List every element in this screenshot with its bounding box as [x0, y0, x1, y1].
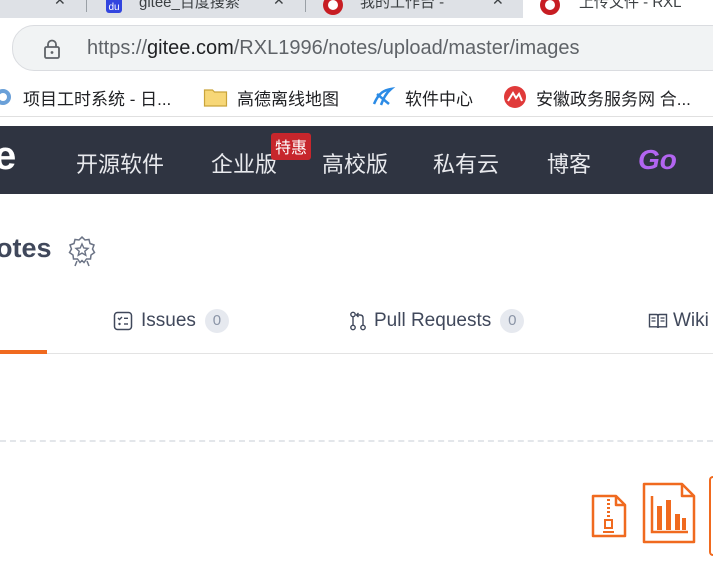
- site-header-nav: e 开源软件 企业版 特惠 高校版 私有云 博客 Go: [0, 126, 713, 194]
- url-path: /RXL1996/notes/upload/master/images: [233, 37, 580, 59]
- url-domain: gitee.com: [147, 37, 234, 59]
- bookmarks-bar: 项目工时系统 - 日... 高德离线地图 软件中心 安徽政务服务网 合...: [0, 78, 713, 117]
- promo-badge: 特惠: [271, 133, 312, 160]
- active-tab-indicator: [0, 350, 47, 354]
- repo-tab-bar: Issues 0 Pull Requests 0 Wiki: [0, 293, 713, 354]
- url-scheme: https://: [87, 37, 148, 59]
- browser-tab-active[interactable]: 上传文件 - RXL: [523, 0, 713, 18]
- tab-label: Wiki: [673, 310, 709, 331]
- bookmark-label: 高德离线地图: [237, 89, 339, 109]
- wiki-icon: [648, 313, 668, 329]
- browser-tab[interactable]: ✕: [0, 0, 80, 18]
- anhui-gov-icon: [504, 86, 526, 108]
- tab-title: gitee_百度搜索: [139, 0, 240, 11]
- tab-pull-requests[interactable]: Pull Requests 0: [348, 307, 525, 335]
- tab-label: Issues: [141, 310, 196, 331]
- tab-label: Pull Requests: [374, 310, 492, 331]
- tab-issues[interactable]: Issues 0: [113, 307, 229, 335]
- bookmark-amap[interactable]: 高德离线地图: [203, 84, 339, 110]
- tab-title: 上传文件 - RXL: [579, 0, 682, 11]
- close-tab-icon[interactable]: ✕: [273, 0, 285, 9]
- issues-icon: [113, 311, 133, 331]
- bookmark-software-center[interactable]: 软件中心: [370, 84, 473, 110]
- close-tab-icon[interactable]: ✕: [54, 0, 66, 9]
- repo-title[interactable]: otes: [0, 233, 52, 264]
- worktime-favicon-icon: [0, 89, 11, 105]
- browser-tab-strip: ✕ du gitee_百度搜索 ✕ 我的工作台 - ✕ 上传文件 - RXL: [0, 0, 713, 18]
- nav-open-source[interactable]: 开源软件: [76, 147, 164, 179]
- address-bar[interactable]: https://gitee.com/RXL1996/notes/upload/m…: [12, 25, 713, 71]
- folder-icon: [203, 89, 228, 107]
- svg-text:du: du: [108, 2, 119, 13]
- nav-enterprise[interactable]: 企业版: [211, 147, 277, 179]
- issues-count-badge: 0: [204, 309, 229, 333]
- browser-toolbar: https://gitee.com/RXL1996/notes/upload/m…: [0, 18, 713, 78]
- site-logo[interactable]: e: [0, 134, 16, 179]
- baidu-favicon-icon: du: [106, 0, 122, 13]
- tab-separator: [305, 0, 306, 12]
- nav-blog[interactable]: 博客: [547, 147, 591, 179]
- award-icon[interactable]: [66, 235, 98, 267]
- chart-file-icon: [642, 482, 696, 544]
- software-center-icon: [372, 87, 396, 106]
- close-tab-icon[interactable]: ✕: [492, 0, 504, 9]
- gitee-favicon-icon: [323, 0, 343, 15]
- zip-file-icon: [591, 494, 627, 538]
- nav-education[interactable]: 高校版: [322, 147, 388, 179]
- upload-area-divider: [0, 440, 713, 442]
- bookmark-worktime[interactable]: 项目工时系统 - 日...: [0, 84, 171, 110]
- bookmark-label: 项目工时系统 - 日...: [23, 89, 172, 109]
- bookmark-anhui-gov[interactable]: 安徽政务服务网 合...: [503, 84, 691, 110]
- gitee-favicon-icon: [540, 0, 560, 15]
- tab-separator: [86, 0, 87, 12]
- file-icon-partial: [709, 476, 713, 556]
- nav-private-cloud[interactable]: 私有云: [433, 147, 499, 179]
- pull-request-icon: [350, 311, 366, 331]
- pull-requests-count-badge: 0: [500, 309, 525, 333]
- browser-tab-workbench[interactable]: 我的工作台 - ✕: [312, 0, 517, 18]
- bookmark-label: 安徽政务服务网 合...: [536, 89, 691, 109]
- nav-go[interactable]: Go: [638, 144, 677, 176]
- tab-title: 我的工作台 -: [360, 0, 445, 11]
- url-text: https://gitee.com/RXL1996/notes/upload/m…: [87, 37, 580, 60]
- lock-icon[interactable]: [43, 39, 61, 59]
- bookmark-label: 软件中心: [405, 89, 473, 109]
- tab-wiki[interactable]: Wiki: [648, 307, 709, 335]
- browser-tab-baidu[interactable]: du gitee_百度搜索 ✕: [95, 0, 300, 18]
